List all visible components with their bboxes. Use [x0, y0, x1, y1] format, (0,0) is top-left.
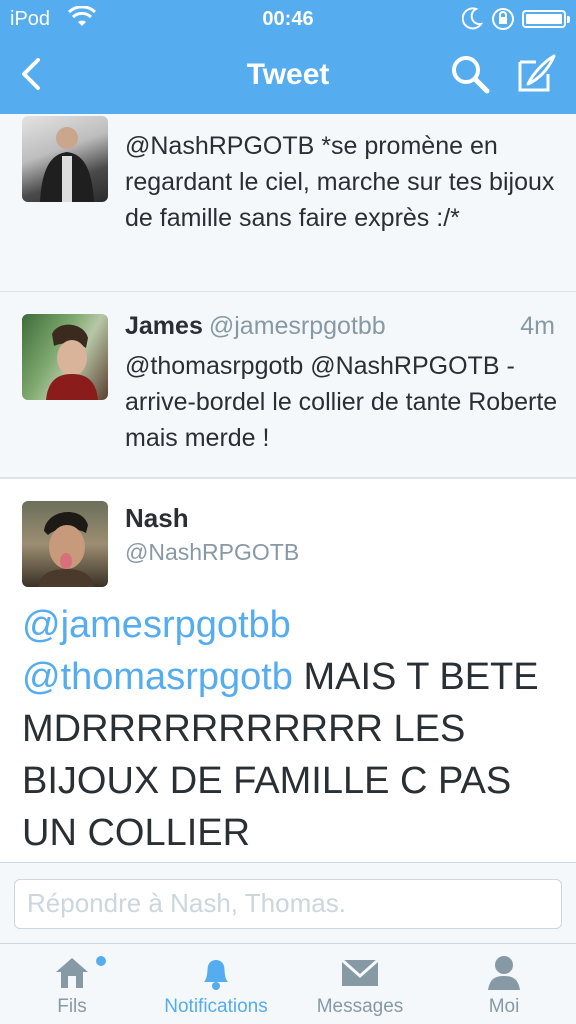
author-handle[interactable]: @NashRPGOTB [125, 539, 299, 566]
author-name[interactable]: Nash [125, 503, 189, 534]
home-icon [50, 952, 94, 992]
tab-bar: Fils Notifications Messages Moi [0, 944, 576, 1024]
avatar[interactable] [22, 116, 108, 202]
tweet-header: James @jamesrpgotbb 4m [125, 312, 555, 341]
mention-link[interactable]: @thomasrpgotb [22, 656, 293, 698]
tweet-text: @NashRPGOTB *se promène en regardant le … [125, 132, 555, 232]
battery-icon [522, 10, 570, 28]
tweet-item[interactable]: James @jamesrpgotbb 4m @thomasrpgotb @Nas… [0, 292, 576, 478]
top-bar: iPod 00:46 Tweet [0, 0, 576, 114]
status-bar: iPod 00:46 [0, 0, 576, 38]
tweet-timeline[interactable]: @NashRPGOTB *se promène en regardant le … [0, 114, 576, 862]
tab-label: Messages [316, 996, 404, 1017]
tab-messages[interactable]: Messages [288, 944, 432, 1024]
avatar[interactable] [22, 314, 108, 400]
person-icon [482, 952, 526, 992]
tweet-body: @jamesrpgotbb @thomasrpgotb MAIS T BETE … [22, 599, 562, 859]
reply-bar: Répondre à Nash, Thomas. [0, 862, 576, 944]
bell-icon [194, 952, 238, 992]
envelope-icon [338, 952, 382, 992]
mention-link[interactable]: @jamesrpgotbb [22, 604, 291, 646]
tweet-time: 4m [520, 312, 555, 340]
main-tweet: Nash @NashRPGOTB @jamesrpgotbb @thomasrp… [0, 478, 576, 862]
tweet-item[interactable]: @NashRPGOTB *se promène en regardant le … [0, 114, 576, 292]
tab-label: Notifications [164, 996, 268, 1017]
search-icon[interactable] [448, 52, 492, 96]
tab-notifications[interactable]: Notifications [144, 944, 288, 1024]
unread-dot [96, 956, 106, 966]
rotation-lock-icon [490, 6, 516, 38]
compose-icon[interactable] [514, 52, 558, 96]
avatar[interactable] [22, 501, 108, 587]
author-name[interactable]: James [125, 312, 203, 340]
tab-label: Fils [57, 996, 87, 1017]
tab-moi[interactable]: Moi [432, 944, 576, 1024]
reply-input[interactable]: Répondre à Nash, Thomas. [14, 879, 562, 929]
tweet-text: @thomasrpgotb @NashRPGOTB -arrive-bordel… [125, 352, 558, 452]
tab-fils[interactable]: Fils [0, 944, 144, 1024]
moon-icon [461, 6, 484, 36]
nav-bar: Tweet [0, 38, 576, 114]
tab-label: Moi [488, 996, 520, 1017]
author-handle[interactable]: @jamesrpgotbb [209, 312, 386, 340]
